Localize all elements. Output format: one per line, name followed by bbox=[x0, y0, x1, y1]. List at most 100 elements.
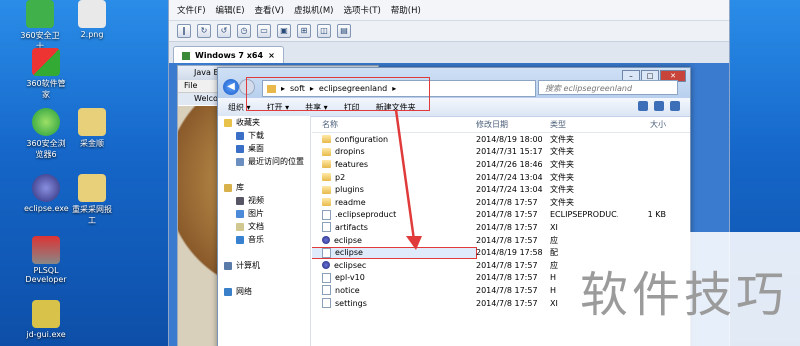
file-type: XI bbox=[550, 222, 558, 232]
nav-item-label: 桌面 bbox=[248, 144, 264, 153]
desktop-icon-folder[interactable]: 采金顺 bbox=[70, 108, 114, 149]
file-type: 文件夹 bbox=[550, 159, 574, 169]
desktop-icon-jdgui[interactable]: jd-gui.exe bbox=[24, 300, 68, 339]
column-type[interactable]: 类型 bbox=[550, 119, 618, 130]
nav-item[interactable]: 最近访问的位置 bbox=[218, 155, 310, 168]
file-name: epl-v10 bbox=[335, 273, 365, 283]
folder-icon bbox=[78, 108, 106, 136]
folder-icon bbox=[322, 160, 331, 169]
file-row[interactable]: configuration 2014/8/19 18:00 文件夹 bbox=[312, 133, 690, 146]
nav-item-icon bbox=[236, 131, 244, 140]
view-controls bbox=[638, 101, 680, 111]
menu-vm[interactable]: 虚拟机(M) bbox=[294, 4, 333, 16]
database-icon bbox=[32, 236, 60, 264]
nav-item[interactable]: 计算机 bbox=[218, 259, 310, 272]
file-row[interactable]: p2 2014/7/24 13:04 文件夹 bbox=[312, 171, 690, 184]
nav-item-icon bbox=[236, 157, 244, 166]
view-options-icon[interactable] bbox=[638, 101, 648, 111]
nav-item[interactable]: 图片 bbox=[218, 207, 310, 220]
file-type: 文件夹 bbox=[550, 185, 574, 195]
nav-item[interactable]: 桌面 bbox=[218, 142, 310, 155]
tab-windows7[interactable]: Windows 7 x64 × bbox=[173, 46, 284, 64]
nav-item[interactable]: 库 bbox=[218, 181, 310, 194]
column-name[interactable]: 名称 bbox=[312, 119, 476, 130]
file-type: 文件夹 bbox=[550, 172, 574, 182]
fullscreen-icon[interactable]: ▭ bbox=[257, 24, 271, 38]
nav-item[interactable]: 音乐 bbox=[218, 233, 310, 246]
console-icon[interactable]: ▤ bbox=[337, 24, 351, 38]
help-icon[interactable] bbox=[670, 101, 680, 111]
pause-icon[interactable]: ‖ bbox=[177, 24, 191, 38]
file-name: readme bbox=[335, 197, 366, 207]
menu-help[interactable]: 帮助(H) bbox=[391, 4, 421, 16]
column-date[interactable]: 修改日期 bbox=[476, 119, 550, 130]
nav-item[interactable]: 文档 bbox=[218, 220, 310, 233]
file-date: 2014/7/8 17:57 bbox=[476, 273, 538, 283]
browser-icon bbox=[32, 108, 60, 136]
desktop-icon-folder2[interactable]: 重采采网报工 bbox=[70, 174, 114, 226]
search-input[interactable]: 搜索 eclipsegreenland bbox=[538, 80, 678, 95]
manage-icon[interactable]: ◷ bbox=[237, 24, 251, 38]
view-icon[interactable]: ◫ bbox=[317, 24, 331, 38]
file-name: eclipse bbox=[334, 235, 362, 245]
file-row[interactable]: features 2014/7/26 18:46 文件夹 bbox=[312, 158, 690, 171]
close-icon[interactable]: × bbox=[268, 51, 275, 60]
file-size: 1 KB bbox=[647, 210, 666, 220]
folder-icon bbox=[322, 198, 331, 207]
menu-tabs[interactable]: 选项卡(T) bbox=[343, 4, 380, 16]
file-name: settings bbox=[335, 298, 367, 308]
nav-item-icon bbox=[236, 235, 244, 244]
file-name-cell: p2 bbox=[312, 173, 476, 182]
desktop-icon-360-browser[interactable]: 360安全浏览器6 bbox=[24, 108, 68, 160]
unity-icon[interactable]: ▣ bbox=[277, 24, 291, 38]
desktop-icon-360-softmgr[interactable]: 360软件管家 bbox=[24, 48, 68, 100]
nav-item-label: 库 bbox=[236, 183, 244, 192]
file-name-cell: eclipse bbox=[312, 246, 477, 259]
file-icon bbox=[322, 272, 331, 283]
file-name: eclipsec bbox=[334, 260, 367, 270]
nav-item[interactable]: 下载 bbox=[218, 129, 310, 142]
desktop-icon-eclipse[interactable]: eclipse.exe bbox=[24, 174, 69, 213]
desktop-icon-360-safe[interactable]: 360安全卫士 bbox=[18, 0, 62, 52]
menu-edit[interactable]: 编辑(E) bbox=[216, 4, 245, 16]
desktop-icon-label: PLSQL Developer bbox=[25, 266, 67, 284]
nav-item[interactable]: 视频 bbox=[218, 194, 310, 207]
back-button[interactable]: ◀ bbox=[223, 79, 239, 95]
desktop-icon-label: 重采采网报工 bbox=[72, 205, 112, 225]
file-icon bbox=[322, 298, 331, 309]
navigation-pane: 收藏夹下载桌面最近访问的位置库视频图片文档音乐计算机网络 bbox=[218, 116, 311, 346]
column-size[interactable]: 大小 bbox=[618, 119, 666, 130]
file-row[interactable]: readme 2014/7/8 17:57 文件夹 bbox=[312, 196, 690, 209]
vm-menubar: 文件(F) 编辑(E) 查看(V) 虚拟机(M) 选项卡(T) 帮助(H) bbox=[169, 0, 729, 21]
file-name-cell: plugins bbox=[312, 185, 476, 194]
nav-item-icon bbox=[236, 196, 244, 205]
file-row[interactable]: plugins 2014/7/24 13:04 文件夹 bbox=[312, 183, 690, 196]
menu-view[interactable]: 查看(V) bbox=[255, 4, 284, 16]
file-row[interactable]: .eclipseproduct 2014/7/8 17:57 ECLIPSEPROD… bbox=[312, 209, 690, 222]
fit-icon[interactable]: ⊞ bbox=[297, 24, 311, 38]
vm-tabbar: Windows 7 x64 × bbox=[169, 42, 729, 65]
file-icon bbox=[322, 285, 331, 296]
file-row[interactable]: dropins 2014/7/31 15:17 文件夹 bbox=[312, 146, 690, 159]
nav-item[interactable]: 收藏夹 bbox=[218, 116, 310, 129]
file-name: notice bbox=[335, 285, 360, 295]
menu-file[interactable]: 文件(F) bbox=[177, 4, 206, 16]
desktop-icon-label: 采金顺 bbox=[80, 139, 104, 148]
file-name: features bbox=[335, 159, 369, 169]
revert-icon[interactable]: ↺ bbox=[217, 24, 231, 38]
nav-item-label: 图片 bbox=[248, 209, 264, 218]
desktop-icon-png[interactable]: 2.png bbox=[70, 0, 114, 39]
file-name: .eclipseproduct bbox=[335, 210, 397, 220]
nav-item[interactable]: 网络 bbox=[218, 285, 310, 298]
file-date: 2014/7/8 17:57 bbox=[476, 260, 538, 270]
snapshot-icon[interactable]: ↻ bbox=[197, 24, 211, 38]
preview-pane-icon[interactable] bbox=[654, 101, 664, 111]
folder-icon bbox=[322, 147, 331, 156]
file-name-cell: features bbox=[312, 160, 476, 169]
nav-item-label: 下载 bbox=[248, 131, 264, 140]
desktop-icon-label: 360安全浏览器6 bbox=[26, 139, 66, 159]
file-icon bbox=[322, 222, 331, 233]
file-date: 2014/7/8 17:57 bbox=[476, 235, 538, 245]
nav-item-label: 音乐 bbox=[248, 235, 264, 244]
desktop-icon-plsql[interactable]: PLSQL Developer bbox=[24, 236, 68, 284]
